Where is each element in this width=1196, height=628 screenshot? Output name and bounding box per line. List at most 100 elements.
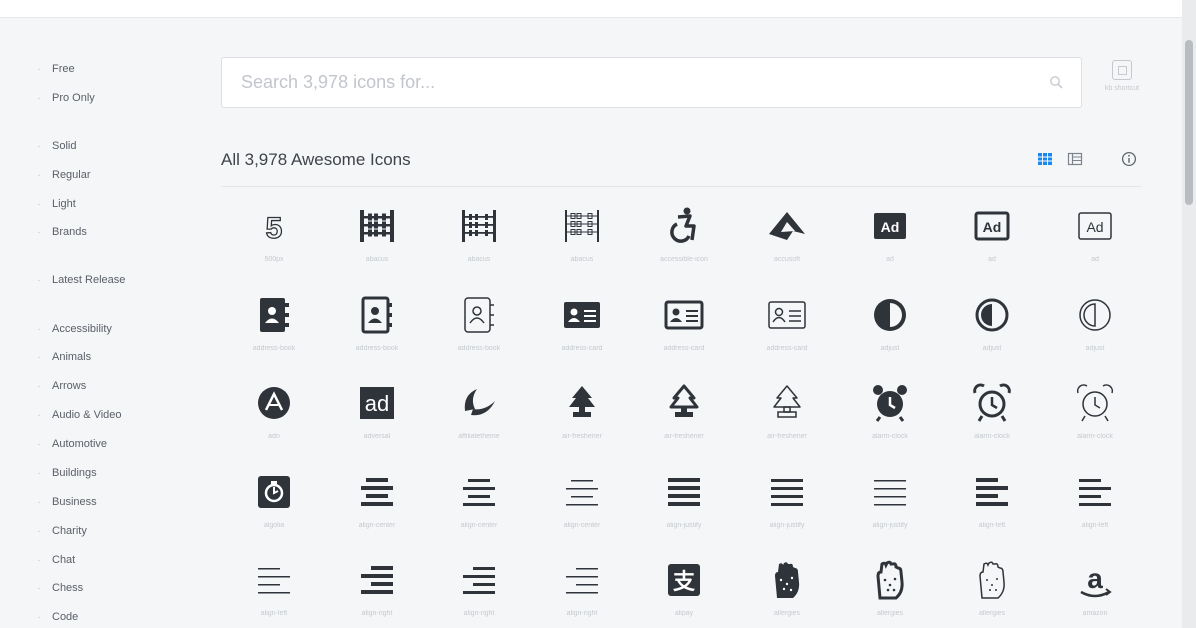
- icon-card-alarm-clock[interactable]: alarm-clock: [941, 375, 1043, 463]
- icon-card-align-right[interactable]: align-right: [531, 552, 633, 628]
- filter-label: Free: [52, 63, 75, 75]
- icon-card-accessible-icon[interactable]: accessible-icon: [633, 198, 735, 286]
- filter-latest-release[interactable]: · Latest Release: [34, 274, 125, 286]
- icon-card-alarm-clock[interactable]: alarm-clock: [839, 375, 941, 463]
- icon-card-align-right[interactable]: align-right: [428, 552, 530, 628]
- align-right-icon: [361, 566, 393, 594]
- icon-name-label: alarm-clock: [1077, 433, 1113, 440]
- alipay-icon: 支: [668, 564, 700, 596]
- icon-card-allergies[interactable]: allergies: [839, 552, 941, 628]
- icon-card-align-left[interactable]: align-left: [1044, 464, 1146, 552]
- search-icon[interactable]: [1049, 75, 1063, 89]
- icon-name-label: air-freshener: [664, 433, 704, 440]
- icon-card-abacus[interactable]: abacus: [531, 198, 633, 286]
- bullet-icon: ·: [37, 323, 41, 335]
- icon-card-address-card[interactable]: address-card: [531, 287, 633, 375]
- icon-card-align-center[interactable]: align-center: [531, 464, 633, 552]
- icon-card-adversal[interactable]: ad adversal: [326, 375, 428, 463]
- icon-card-allergies[interactable]: allergies: [736, 552, 838, 628]
- affiliatetheme-icon: [464, 389, 495, 416]
- icon-card-alipay[interactable]: 支 alipay: [633, 552, 735, 628]
- icon-card-ad[interactable]: Ad ad: [941, 198, 1043, 286]
- icon-card-address-book[interactable]: address-book: [428, 287, 530, 375]
- grid-view-icon[interactable]: [1037, 151, 1053, 167]
- icon-card-alarm-clock[interactable]: alarm-clock: [1044, 375, 1146, 463]
- icon-card-air-freshener[interactable]: air-freshener: [736, 375, 838, 463]
- icon-card-align-justify[interactable]: align-justify: [839, 464, 941, 552]
- icon-name-label: align-right: [463, 610, 495, 617]
- bullet-icon: ·: [37, 140, 41, 152]
- icon-card-address-card[interactable]: address-card: [633, 287, 735, 375]
- align-justify-icon: [874, 480, 906, 506]
- align-left-icon: [1079, 479, 1111, 506]
- icon-card-align-center[interactable]: align-center: [326, 464, 428, 552]
- icon-name-label: align-justify: [666, 522, 702, 529]
- info-icon[interactable]: [1121, 151, 1137, 167]
- bullet-icon: ·: [37, 380, 41, 392]
- icon-card-adn[interactable]: adn: [223, 375, 325, 463]
- icon-name-label: allergies: [978, 610, 1006, 617]
- icon-card-address-card[interactable]: address-card: [736, 287, 838, 375]
- align-right-icon: [566, 568, 598, 594]
- scrollbar[interactable]: [1182, 0, 1196, 628]
- svg-text:Ad: Ad: [983, 219, 1002, 235]
- filter-solid[interactable]: · Solid: [34, 140, 76, 152]
- top-bar: [0, 0, 1182, 18]
- category-charity[interactable]: · Charity: [34, 525, 87, 537]
- icon-card-align-justify[interactable]: align-justify: [633, 464, 735, 552]
- icon-name-label: address-card: [561, 345, 603, 352]
- icon-card-500px[interactable]: 5 500px: [223, 198, 325, 286]
- list-view-icon[interactable]: [1067, 151, 1083, 167]
- icon-card-align-justify[interactable]: align-justify: [736, 464, 838, 552]
- category-business[interactable]: · Business: [34, 496, 96, 508]
- icon-card-adjust[interactable]: adjust: [1044, 287, 1146, 375]
- icon-card-align-left[interactable]: align-left: [223, 552, 325, 628]
- icon-card-affiliatetheme[interactable]: affiliatetheme: [428, 375, 530, 463]
- category-arrows[interactable]: · Arrows: [34, 380, 86, 392]
- align-left-icon: [258, 568, 290, 594]
- scrollbar-thumb[interactable]: [1185, 40, 1193, 205]
- filter-pro-only[interactable]: · Pro Only: [34, 92, 94, 104]
- address-book-icon: [464, 297, 494, 333]
- icon-card-abacus[interactable]: abacus: [428, 198, 530, 286]
- category-automotive[interactable]: · Automotive: [34, 438, 107, 450]
- icon-card-adjust[interactable]: adjust: [941, 287, 1043, 375]
- filter-light[interactable]: · Light: [34, 198, 76, 210]
- svg-text:a: a: [1087, 563, 1103, 594]
- filter-regular[interactable]: · Regular: [34, 169, 90, 181]
- icon-name-label: align-center: [358, 522, 396, 529]
- icon-card-accusoft[interactable]: accusoft: [736, 198, 838, 286]
- category-animals[interactable]: · Animals: [34, 351, 91, 363]
- category-label: Buildings: [52, 467, 97, 479]
- category-label: Arrows: [52, 380, 87, 392]
- icon-card-address-book[interactable]: address-book: [223, 287, 325, 375]
- category-chess[interactable]: · Chess: [34, 582, 83, 594]
- svg-text:5: 5: [266, 212, 283, 245]
- icon-card-ad[interactable]: Ad ad: [839, 198, 941, 286]
- icon-card-align-right[interactable]: align-right: [326, 552, 428, 628]
- search-input[interactable]: [241, 58, 1021, 107]
- icon-card-air-freshener[interactable]: air-freshener: [531, 375, 633, 463]
- category-code[interactable]: · Code: [34, 611, 78, 623]
- icon-card-amazon[interactable]: a amazon: [1044, 552, 1146, 628]
- icon-name-label: alarm-clock: [872, 433, 908, 440]
- icon-card-adjust[interactable]: adjust: [839, 287, 941, 375]
- category-chat[interactable]: · Chat: [34, 554, 75, 566]
- icon-card-address-book[interactable]: address-book: [326, 287, 428, 375]
- category-audio-video[interactable]: · Audio & Video: [34, 409, 121, 421]
- category-buildings[interactable]: · Buildings: [34, 467, 97, 479]
- keyboard-shortcut-button[interactable]: kb shortcut: [1098, 60, 1146, 106]
- icon-card-align-center[interactable]: align-center: [428, 464, 530, 552]
- icon-card-allergies[interactable]: allergies: [941, 552, 1043, 628]
- icon-name-label: align-center: [563, 522, 601, 529]
- filter-free[interactable]: · Free: [34, 63, 75, 75]
- icon-name-label: ad: [886, 256, 894, 263]
- icon-card-algolia[interactable]: algolia: [223, 464, 325, 552]
- category-accessibility[interactable]: · Accessibility: [34, 323, 112, 335]
- algolia-icon: [258, 476, 290, 508]
- filter-brands[interactable]: · Brands: [34, 226, 87, 238]
- icon-card-ad[interactable]: Ad ad: [1044, 198, 1146, 286]
- icon-card-air-freshener[interactable]: air-freshener: [633, 375, 735, 463]
- icon-card-abacus[interactable]: abacus: [326, 198, 428, 286]
- icon-card-align-left[interactable]: align-left: [941, 464, 1043, 552]
